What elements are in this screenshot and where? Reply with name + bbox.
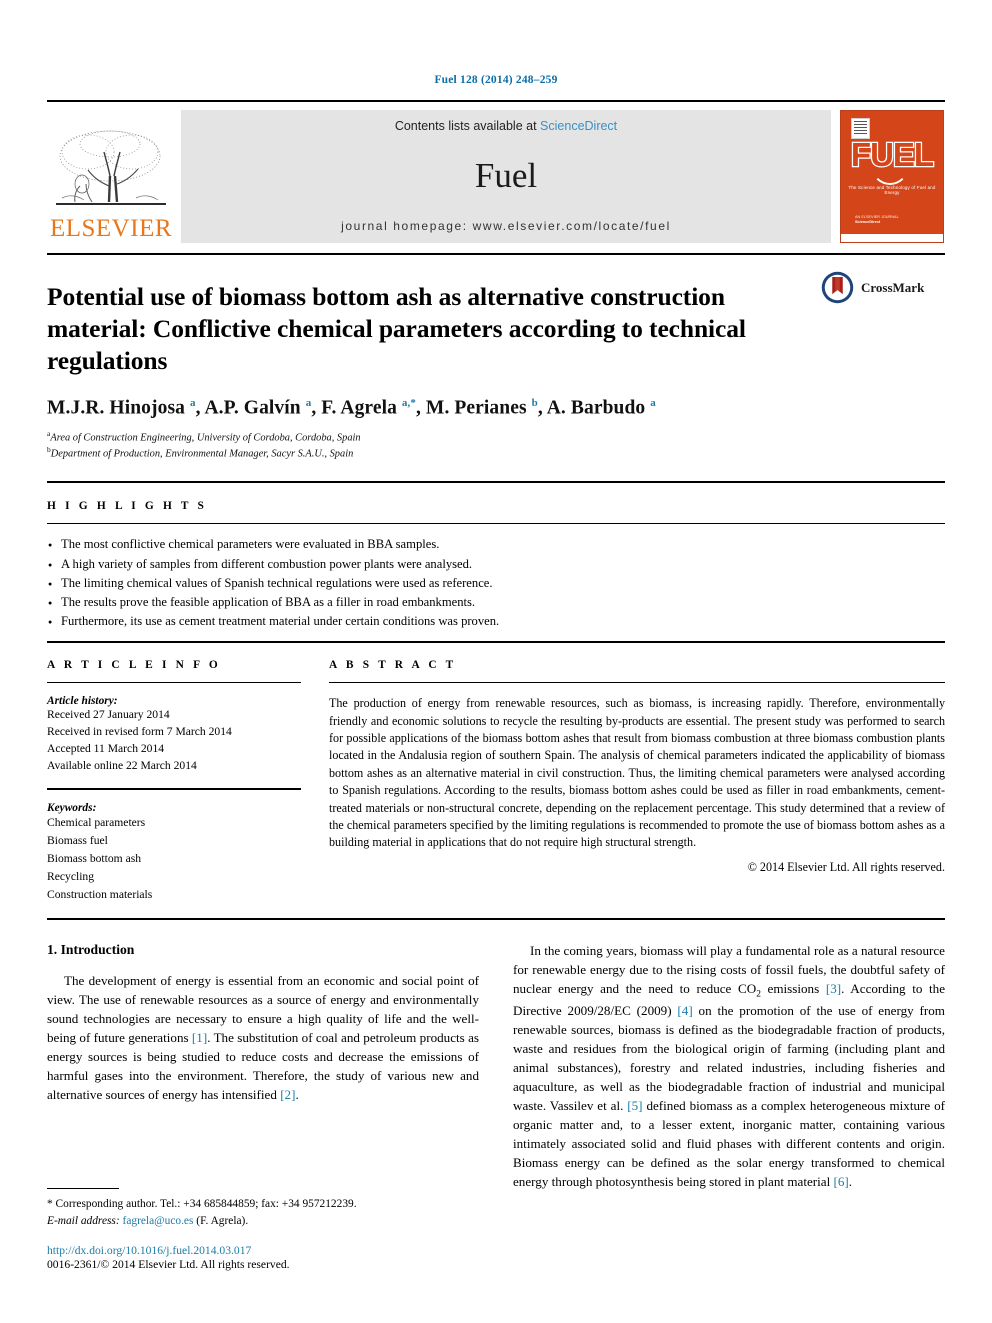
divider [47, 918, 945, 921]
author-list: M.J.R. Hinojosa a, A.P. Galvín a, F. Agr… [47, 397, 656, 419]
affiliation-b: bDepartment of Production, Environmental… [47, 445, 945, 461]
title-block: Potential use of biomass bottom ash as a… [47, 253, 945, 461]
info-abstract-row: A R T I C L E I N F O Article history: R… [47, 659, 945, 904]
list-item: The most conflictive chemical parameters… [47, 535, 945, 555]
cover-art: FUEL The Science and Technology of Fuel … [840, 110, 944, 243]
journal-banner: Contents lists available at ScienceDirec… [181, 110, 831, 243]
highlights-label: H I G H L I G H T S [47, 500, 208, 513]
journal-title: Fuel [474, 155, 538, 195]
divider [47, 788, 301, 791]
contents-prefix: Contents lists available at [394, 119, 537, 133]
history-received: Received 27 January 2014 [47, 708, 170, 722]
email-link[interactable]: fagrela@uco.es [123, 1215, 194, 1227]
cover-bottom-strip [841, 234, 943, 242]
journal-masthead: ELSEVIER Contents lists available at Sci… [47, 100, 945, 243]
intro-paragraph-left: The development of energy is essential f… [47, 973, 480, 1103]
doi-link[interactable]: http://dx.doi.org/10.1016/j.fuel.2014.03… [47, 1244, 477, 1257]
history-online: Available online 22 March 2014 [47, 758, 197, 772]
elsevier-logo: ELSEVIER [47, 110, 175, 243]
body-column-right: In the coming years, biomass will play a… [513, 942, 945, 1192]
cover-swoosh-icon [871, 163, 909, 185]
section-heading-introduction: 1. Introduction [47, 942, 135, 958]
affiliation-a: aArea of Construction Engineering, Unive… [47, 429, 945, 445]
article-info-column: A R T I C L E I N F O Article history: R… [47, 659, 319, 904]
divider [47, 682, 301, 684]
highlights-section: H I G H L I G H T S The most conflictive… [47, 481, 945, 644]
corresponding-author-note: * Corresponding author. Tel.: +34 685844… [47, 1197, 357, 1210]
keywords-label: Keywords: [47, 802, 97, 815]
history-revised: Received in revised form 7 March 2014 [47, 724, 232, 738]
paper-page: Fuel 128 (2014) 248–259 ELSEVIER Content… [0, 0, 992, 1323]
cover-footer: AN ELSEVIER JOURNAL ScienceDirect [855, 215, 899, 226]
body-column-left: 1. Introduction The development of energ… [47, 942, 479, 1192]
keyword-item: Biomass bottom ash [47, 852, 142, 866]
email-suffix: (F. Agrela). [196, 1214, 249, 1227]
crossmark-badge[interactable]: CrossMark [821, 271, 941, 304]
page-footer: * Corresponding author. Tel.: +34 685844… [47, 1187, 477, 1271]
crossmark-label: CrossMark [861, 279, 925, 295]
history-accepted: Accepted 11 March 2014 [47, 741, 165, 755]
list-item: The limiting chemical values of Spanish … [47, 574, 945, 594]
affiliation-b-text: Department of Production, Environmental … [50, 448, 354, 460]
affiliations: aArea of Construction Engineering, Unive… [47, 429, 945, 462]
abstract-text: The production of energy from renewable … [329, 696, 945, 850]
highlights-list: The most conflictive chemical parameters… [47, 524, 945, 632]
page-title: Potential use of biomass bottom ash as a… [47, 282, 746, 376]
keyword-item: Recycling [47, 870, 95, 884]
abstract-label: A B S T R A C T [329, 659, 457, 672]
list-item: A high variety of samples from different… [47, 555, 945, 575]
divider [47, 641, 945, 644]
issn-copyright-line: 0016-2361/© 2014 Elsevier Ltd. All right… [47, 1258, 290, 1271]
cover-subtitle: The Science and Technology of Fuel and E… [848, 185, 936, 195]
keyword-item: Chemical parameters [47, 816, 146, 830]
cover-footer-line1: AN ELSEVIER JOURNAL [855, 214, 899, 219]
copyright-line: © 2014 Elsevier Ltd. All rights reserved… [747, 859, 945, 874]
sciencedirect-link[interactable]: ScienceDirect [540, 119, 617, 133]
elsevier-tree-icon [56, 130, 166, 205]
affiliation-a-text: Area of Construction Engineering, Univer… [50, 432, 361, 444]
email-note: E-mail address: fagrela@uco.es (F. Agrel… [47, 1213, 477, 1230]
article-history-label: Article history: [47, 695, 118, 708]
contents-line: Contents lists available at ScienceDirec… [395, 119, 617, 133]
email-label: E-mail address: [47, 1214, 120, 1227]
crossmark-icon [821, 271, 854, 304]
list-item: The results prove the feasible applicati… [47, 593, 945, 613]
footnote-divider [47, 1187, 119, 1189]
keyword-item: Biomass fuel [47, 834, 108, 848]
body-columns: 1. Introduction The development of energ… [47, 942, 945, 1192]
elsevier-wordmark: ELSEVIER [49, 215, 173, 242]
article-info-label: A R T I C L E I N F O [47, 659, 221, 672]
list-item: Furthermore, its use as cement treatment… [47, 612, 945, 632]
abstract-column: A B S T R A C T The production of energy… [319, 659, 945, 904]
journal-homepage[interactable]: journal homepage: www.elsevier.com/locat… [341, 219, 671, 233]
keyword-item: Construction materials [47, 888, 153, 902]
divider [329, 682, 945, 684]
cover-footer-line2: ScienceDirect [855, 220, 881, 225]
running-head: Fuel 128 (2014) 248–259 [434, 74, 558, 86]
intro-paragraph-right: In the coming years, biomass will play a… [513, 943, 946, 1190]
journal-cover-thumbnail: FUEL The Science and Technology of Fuel … [839, 110, 945, 243]
